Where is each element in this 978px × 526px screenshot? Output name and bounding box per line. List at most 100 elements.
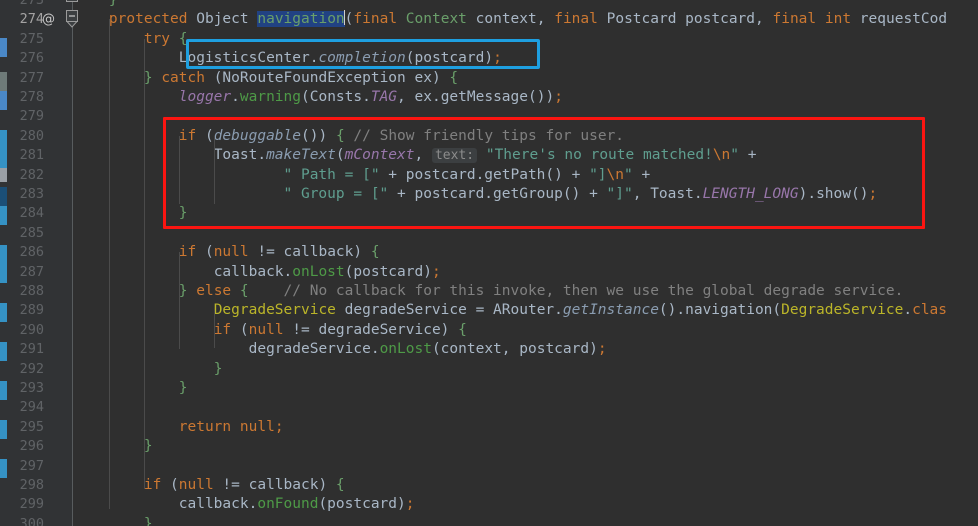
code-token: {	[239, 283, 249, 299]
code-token: \n	[712, 147, 731, 164]
line-number[interactable]: 300	[4, 515, 44, 526]
code-line[interactable]: protected Object navigation(final Contex…	[74, 10, 947, 29]
code-token: context,	[466, 11, 555, 28]
code-token: catch	[161, 69, 205, 86]
code-token: else	[196, 283, 232, 299]
line-number[interactable]: 280	[4, 127, 44, 146]
line-number[interactable]: 293	[4, 379, 44, 398]
line-number[interactable]: 298	[4, 476, 44, 495]
line-number[interactable]: 274	[4, 10, 44, 29]
vcs-change-marker[interactable]	[0, 245, 7, 264]
code-line[interactable]: if (debuggable()) { // Show friendly tip…	[74, 127, 624, 146]
line-number[interactable]: 273	[4, 0, 44, 10]
code-token: LogisticsCenter	[178, 50, 310, 67]
code-token: +	[739, 147, 757, 164]
code-line[interactable]: }	[74, 379, 188, 398]
code-token: "	[730, 147, 740, 164]
vcs-change-marker[interactable]	[0, 206, 7, 225]
code-token: final	[353, 11, 398, 28]
code-text-area[interactable]: } protected Object navigation(final Cont…	[74, 0, 978, 526]
line-number[interactable]: 275	[4, 30, 44, 49]
line-number[interactable]: 276	[4, 49, 44, 68]
fold-end-icon-top[interactable]	[64, 0, 82, 9]
code-token: ;	[868, 186, 878, 202]
line-number[interactable]: 282	[4, 166, 44, 185]
code-line[interactable]: }	[74, 515, 153, 526]
line-number[interactable]: 288	[4, 282, 44, 301]
code-line[interactable]: } catch (NoRouteFoundException ex) {	[74, 69, 458, 88]
code-token: (	[161, 477, 179, 493]
line-number[interactable]: 286	[4, 243, 44, 262]
line-number[interactable]: 291	[4, 340, 44, 359]
code-line[interactable]: }	[74, 204, 188, 223]
line-number[interactable]: 284	[4, 204, 44, 223]
vcs-change-marker[interactable]	[0, 459, 7, 478]
line-number[interactable]: 296	[4, 437, 44, 456]
line-number[interactable]: 294	[4, 398, 44, 417]
vcs-change-marker[interactable]	[0, 264, 7, 283]
line-number[interactable]: 285	[4, 224, 44, 243]
code-token: (postcard)	[405, 50, 494, 67]
code-line[interactable]: callback.onLost(postcard);	[74, 263, 441, 282]
fold-collapse-icon[interactable]	[64, 9, 82, 29]
code-line[interactable]: if (null != callback) {	[74, 476, 345, 495]
code-token: callback.	[213, 263, 293, 280]
code-token: }	[178, 205, 188, 222]
code-line[interactable]: LogisticsCenter.completion(postcard);	[74, 49, 502, 68]
code-token: completion	[318, 50, 406, 67]
annotation-marker-icon[interactable]: @	[42, 10, 55, 29]
code-line[interactable]: return null;	[74, 418, 284, 437]
vcs-change-marker[interactable]	[0, 130, 7, 149]
line-number[interactable]: 297	[4, 457, 44, 476]
vcs-change-marker[interactable]	[0, 187, 7, 206]
code-token: != callback)	[248, 244, 371, 261]
line-number[interactable]: 279	[4, 107, 44, 126]
code-line[interactable]: }	[74, 360, 223, 379]
line-number[interactable]: 299	[4, 495, 44, 514]
line-number[interactable]: 283	[4, 185, 44, 204]
code-token: ;	[405, 496, 415, 513]
code-token: // No callback for this invoke, then we …	[283, 283, 904, 299]
line-number[interactable]: 281	[4, 146, 44, 165]
code-line[interactable]: callback.onFound(postcard);	[74, 495, 415, 514]
code-line[interactable]: " Group = [" + postcard.getGroup() + "]"…	[74, 185, 878, 204]
vcs-change-marker[interactable]	[0, 38, 7, 57]
code-line[interactable]: Toast.makeText(mContext, text: "There's …	[74, 146, 757, 165]
vcs-change-marker[interactable]	[0, 72, 7, 91]
code-token: }	[213, 360, 223, 377]
code-line[interactable]: logger.warning(Consts.TAG, ex.getMessage…	[74, 88, 563, 107]
line-number-gutter[interactable]: 273 274 275 276 277 278 279 280 281 282 283 284 285 2…	[0, 0, 72, 526]
line-number[interactable]: 289	[4, 301, 44, 320]
line-number[interactable]: 292	[4, 360, 44, 379]
code-line[interactable]: if (null != callback) {	[74, 243, 380, 262]
line-number[interactable]: 295	[4, 418, 44, 437]
line-number[interactable]: 277	[4, 69, 44, 88]
vcs-change-marker[interactable]	[0, 381, 7, 400]
vcs-change-marker[interactable]	[0, 168, 7, 182]
code-line[interactable]: try {	[74, 30, 188, 49]
line-number[interactable]: 278	[4, 88, 44, 107]
vcs-change-marker[interactable]	[0, 303, 7, 322]
code-editor[interactable]: } protected Object navigation(final Cont…	[0, 0, 978, 526]
code-line[interactable]: }	[74, 437, 153, 456]
code-line[interactable]: DegradeService degradeService = ARouter.…	[74, 301, 947, 320]
vcs-change-marker[interactable]	[0, 91, 7, 110]
code-line[interactable]: if (null != degradeService) {	[74, 321, 467, 340]
code-token: return	[178, 418, 232, 435]
line-number[interactable]: 287	[4, 263, 44, 282]
code-token: debuggable	[213, 127, 302, 144]
code-token: null	[239, 418, 275, 435]
vcs-change-strip[interactable]	[0, 0, 7, 526]
line-number[interactable]: 290	[4, 321, 44, 340]
vcs-change-marker[interactable]	[0, 149, 7, 168]
code-line[interactable]: " Path = [" + postcard.getPath() + "]\n"…	[74, 166, 651, 185]
code-token: , Toast.	[632, 186, 703, 202]
vcs-change-marker[interactable]	[0, 420, 7, 439]
code-token: onFound	[257, 496, 319, 513]
code-token: .	[903, 302, 913, 319]
vcs-change-marker[interactable]	[0, 342, 7, 361]
code-line[interactable]: degradeService.onLost(context, postcard)…	[74, 340, 607, 359]
code-line[interactable]: } else { // No callback for this invoke,…	[74, 282, 904, 301]
